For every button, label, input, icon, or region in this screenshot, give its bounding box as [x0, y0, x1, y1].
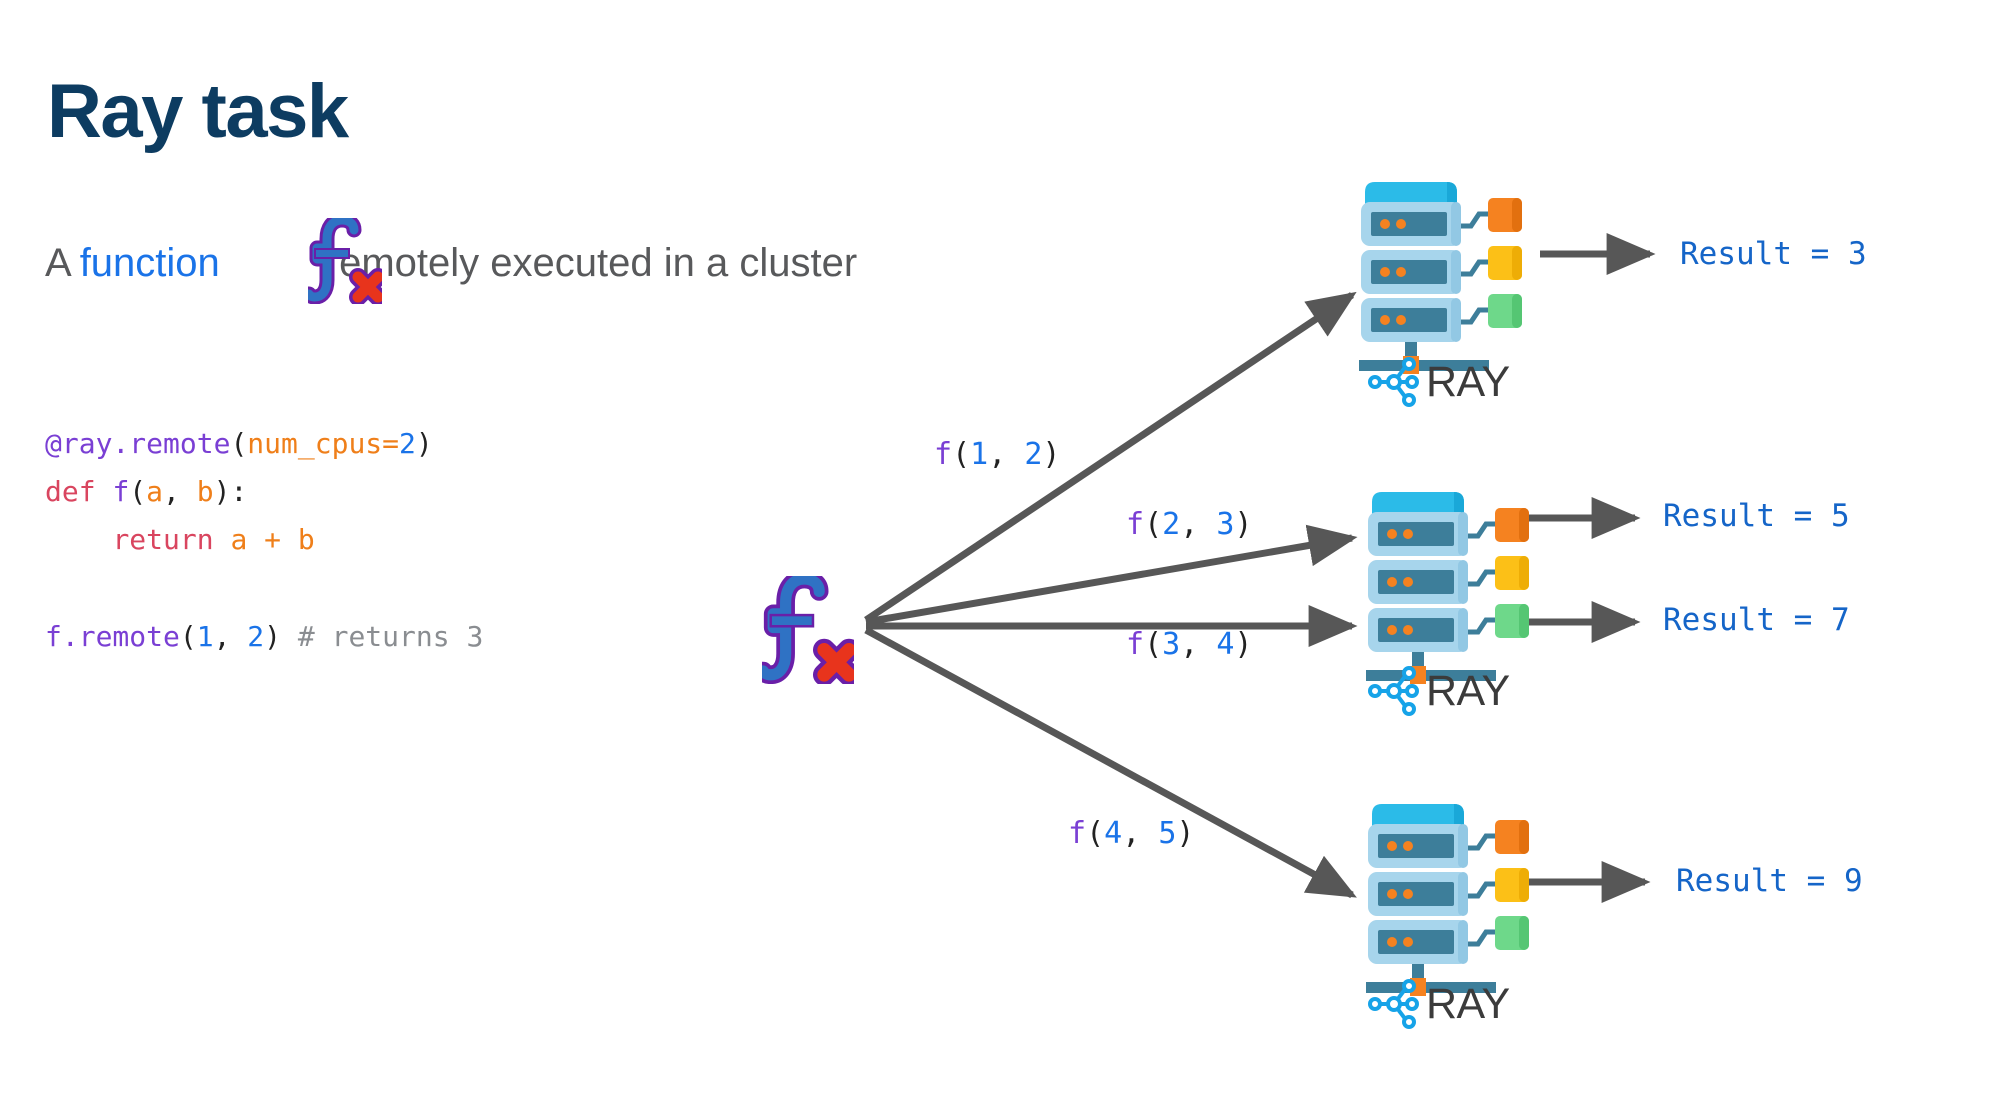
- code-token: =: [382, 427, 400, 460]
- ray-logo-text: RAY: [1426, 666, 1510, 715]
- code-token: (: [230, 427, 248, 460]
- code-token: ,: [213, 619, 248, 653]
- code-token: (: [129, 475, 147, 509]
- code-line: def f(a, b):: [45, 468, 483, 516]
- fx-function-icon: [308, 218, 382, 304]
- code-token: (: [179, 619, 197, 653]
- subtitle: A function remotely executed in a cluste…: [45, 243, 857, 283]
- fx-function-icon-source: [762, 576, 854, 684]
- arrow-label-f34: f(3, 4): [1126, 627, 1253, 662]
- code-token: def: [45, 475, 113, 509]
- code-token: 2: [247, 619, 265, 653]
- code-token: ): [415, 427, 433, 460]
- result-label-4: Result = 9: [1676, 863, 1863, 899]
- ray-logo-2: RAY: [1368, 662, 1510, 720]
- code-block: @ray.remote(num_cpus=2) def f(a, b): retu…: [45, 420, 483, 661]
- code-token: f: [112, 475, 130, 509]
- code-token: 2: [399, 427, 416, 460]
- code-line: f.remote(1, 2) # returns 3: [45, 613, 483, 661]
- code-token: 1: [196, 619, 214, 653]
- subtitle-tail: remotely executed in a cluster: [325, 241, 858, 285]
- ray-logo-icon: [1368, 666, 1419, 716]
- code-line: @ray.remote(num_cpus=2): [45, 420, 483, 468]
- subtitle-lead: A: [45, 241, 72, 285]
- result-label-2: Result = 5: [1663, 498, 1850, 534]
- code-line: return a + b: [45, 516, 483, 564]
- ray-logo-text: RAY: [1426, 979, 1510, 1028]
- ray-logo-1: RAY: [1368, 353, 1510, 411]
- code-token: +: [247, 523, 298, 557]
- code-token: ,: [163, 475, 197, 509]
- arrow-label-f45: f(4, 5): [1068, 816, 1195, 851]
- code-token: @ray.remote: [45, 427, 231, 460]
- ray-logo-3: RAY: [1368, 975, 1510, 1033]
- code-token: f.remote: [45, 619, 180, 653]
- ray-logo-text: RAY: [1426, 357, 1510, 406]
- arrow-label-f12: f(1, 2): [934, 437, 1061, 472]
- dispatch-arrow-2: [865, 524, 1358, 626]
- arrow-label-f23: f(2, 3): [1126, 507, 1253, 542]
- code-token: ):: [213, 475, 248, 509]
- code-token: return: [112, 523, 231, 557]
- code-token: a: [230, 523, 248, 557]
- ray-logo-icon: [1368, 357, 1419, 407]
- result-label-3: Result = 7: [1663, 602, 1850, 638]
- code-token: b: [297, 523, 315, 557]
- ray-logo-icon: [1368, 979, 1419, 1029]
- code-token: num_cpus: [247, 427, 383, 460]
- dispatch-arrow-4: [864, 626, 1357, 899]
- code-token: a: [146, 475, 164, 509]
- result-label-1: Result = 3: [1680, 236, 1867, 272]
- subtitle-highlight: function: [79, 241, 220, 285]
- slide-canvas: Ray task A function remotely executed in…: [0, 0, 1999, 1106]
- page-title: Ray task: [47, 69, 349, 154]
- code-token: ): [264, 619, 282, 653]
- code-token: # returns 3: [281, 619, 484, 653]
- code-token: b: [196, 475, 214, 509]
